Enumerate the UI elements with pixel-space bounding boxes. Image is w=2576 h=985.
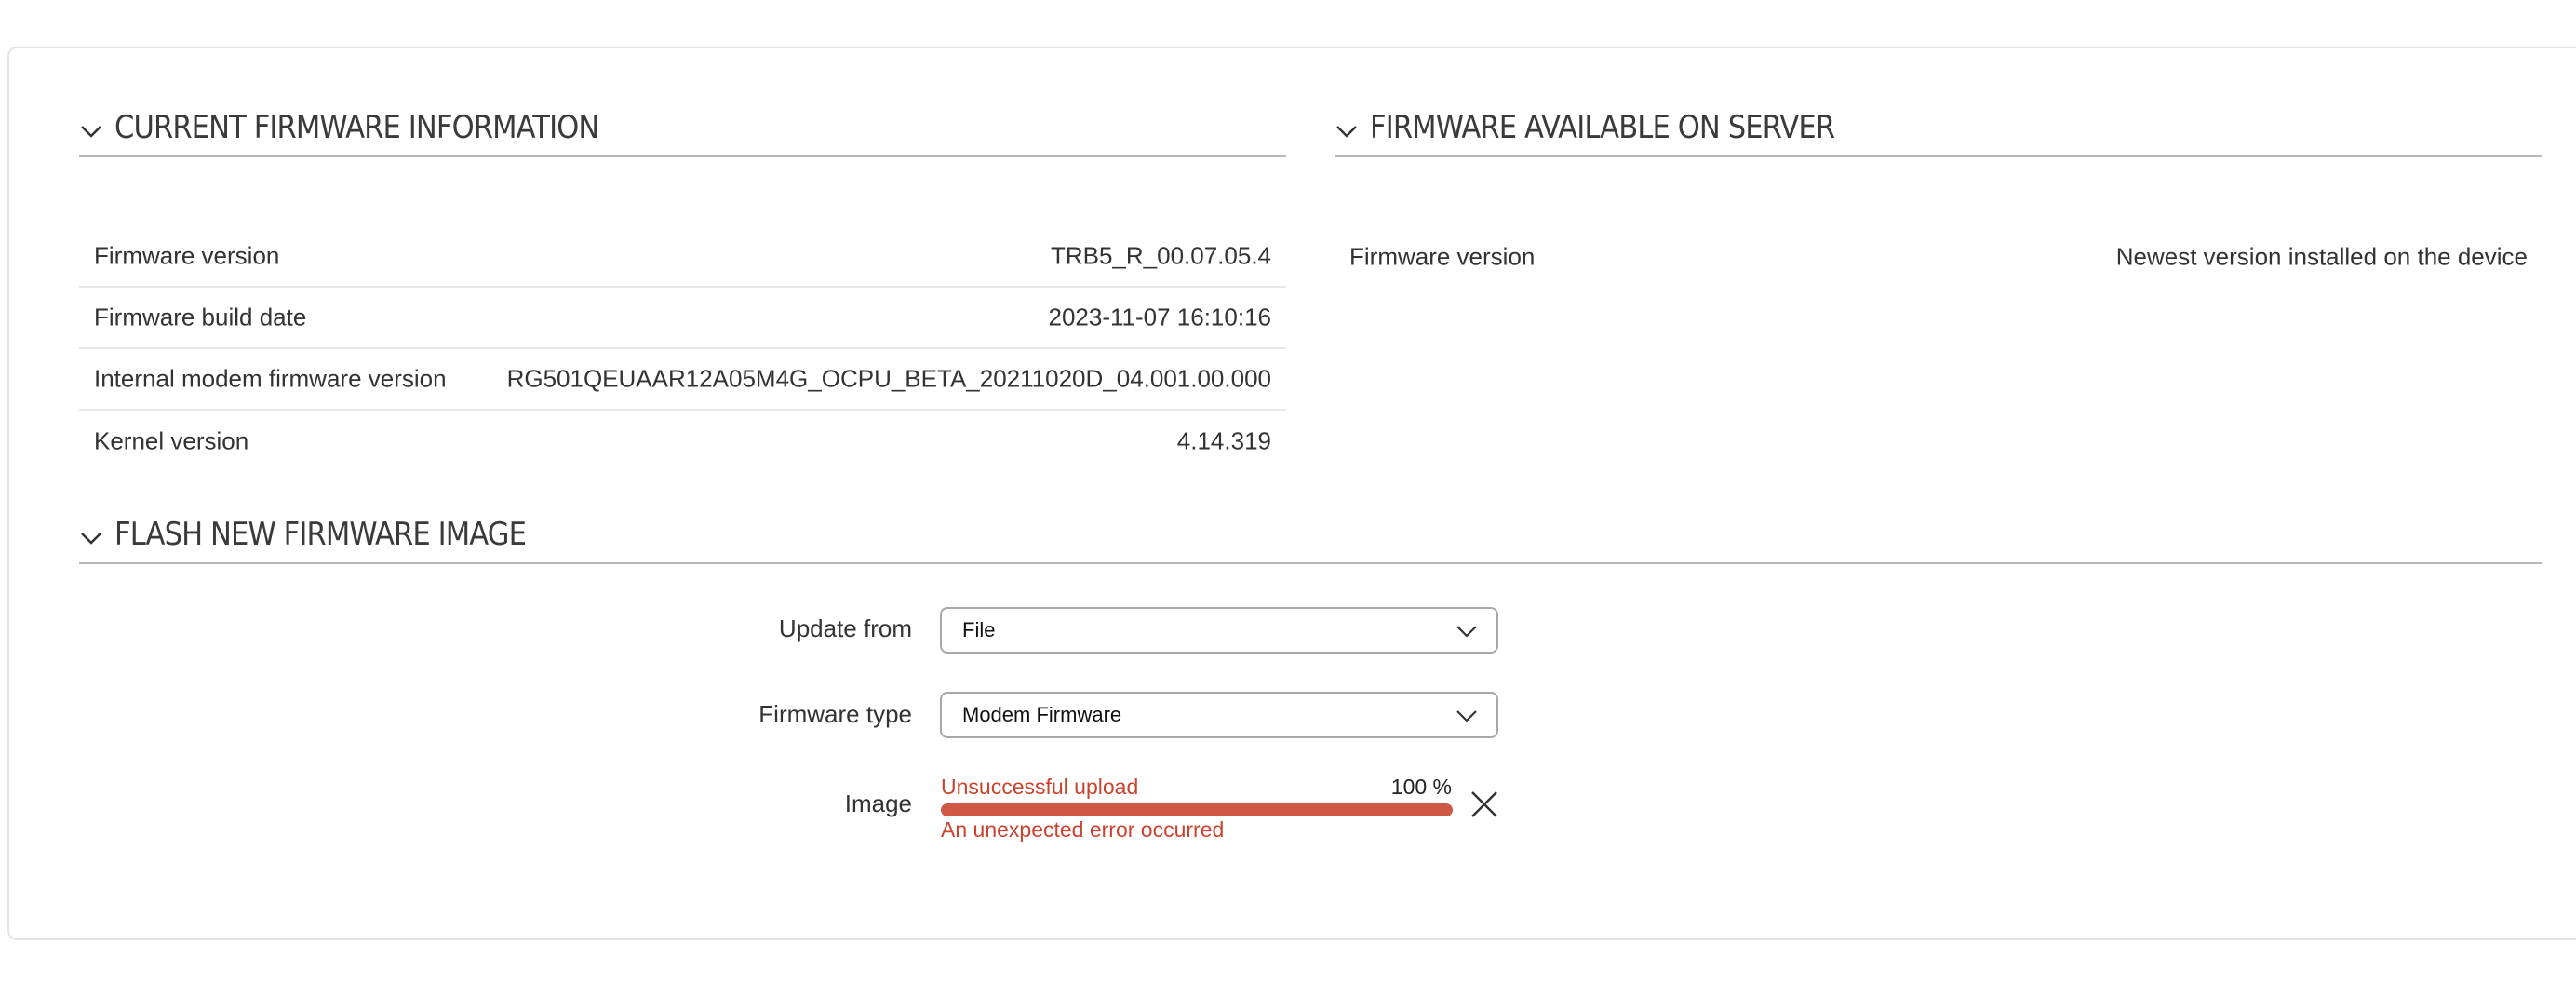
current-firmware-table: Firmware version TRB5_R_00.07.05.4 Firmw… (79, 226, 1286, 472)
firmware-type-select[interactable]: Modem Firmware (940, 692, 1498, 738)
upload-progress-bar (941, 803, 1453, 816)
firmware-type-label: Firmware type (758, 700, 912, 728)
current-firmware-section-header[interactable]: CURRENT FIRMWARE INFORMATION (79, 46, 1286, 157)
table-row: Firmware version TRB5_R_00.07.05.4 (79, 226, 1286, 288)
row-label: Kernel version (94, 426, 249, 455)
table-row: Firmware version Newest version installe… (1335, 226, 2542, 288)
upload-percent: 100 % (1390, 775, 1452, 799)
update-from-select[interactable]: File (940, 607, 1498, 654)
upload-progress-fill (941, 803, 1453, 816)
upload-status: Unsuccessful upload (941, 775, 1139, 799)
select-value: File (962, 618, 996, 641)
chevron-down-icon[interactable] (79, 529, 103, 547)
server-firmware-table: Firmware version Newest version installe… (1335, 226, 2542, 288)
row-label: Firmware build date (94, 303, 307, 331)
chevron-down-icon[interactable] (79, 122, 103, 141)
row-value: TRB5_R_00.07.05.4 (1050, 241, 1271, 270)
close-icon[interactable] (1469, 789, 1500, 820)
row-value: RG501QEUAAR12A05M4G_OCPU_BETA_20211020D_… (506, 364, 1271, 393)
chevron-down-icon (1456, 710, 1477, 722)
row-label: Firmware version (1349, 242, 1536, 271)
image-label: Image (844, 789, 912, 817)
row-value: Newest version installed on the device (2115, 242, 2528, 271)
update-from-label: Update from (778, 614, 912, 642)
section-title: FIRMWARE AVAILABLE ON SERVER (1370, 109, 1835, 146)
upload-error-message: An unexpected error occurred (941, 817, 1225, 842)
flash-firmware-section-header[interactable]: FLASH NEW FIRMWARE IMAGE (79, 452, 2542, 564)
row-label: Firmware version (94, 241, 280, 270)
table-row: Firmware build date 2023-11-07 16:10:16 (79, 288, 1286, 349)
chevron-down-icon (1456, 626, 1477, 638)
chevron-down-icon[interactable] (1335, 122, 1359, 141)
row-value: 2023-11-07 16:10:16 (1048, 303, 1272, 331)
row-value: 4.14.319 (1176, 426, 1271, 455)
section-title: CURRENT FIRMWARE INFORMATION (114, 109, 599, 146)
server-firmware-section-header[interactable]: FIRMWARE AVAILABLE ON SERVER (1335, 46, 2542, 157)
select-value: Modem Firmware (962, 703, 1122, 726)
section-title: FLASH NEW FIRMWARE IMAGE (114, 516, 527, 553)
row-label: Internal modem firmware version (94, 364, 447, 393)
table-row: Internal modem firmware version RG501QEU… (79, 349, 1286, 411)
